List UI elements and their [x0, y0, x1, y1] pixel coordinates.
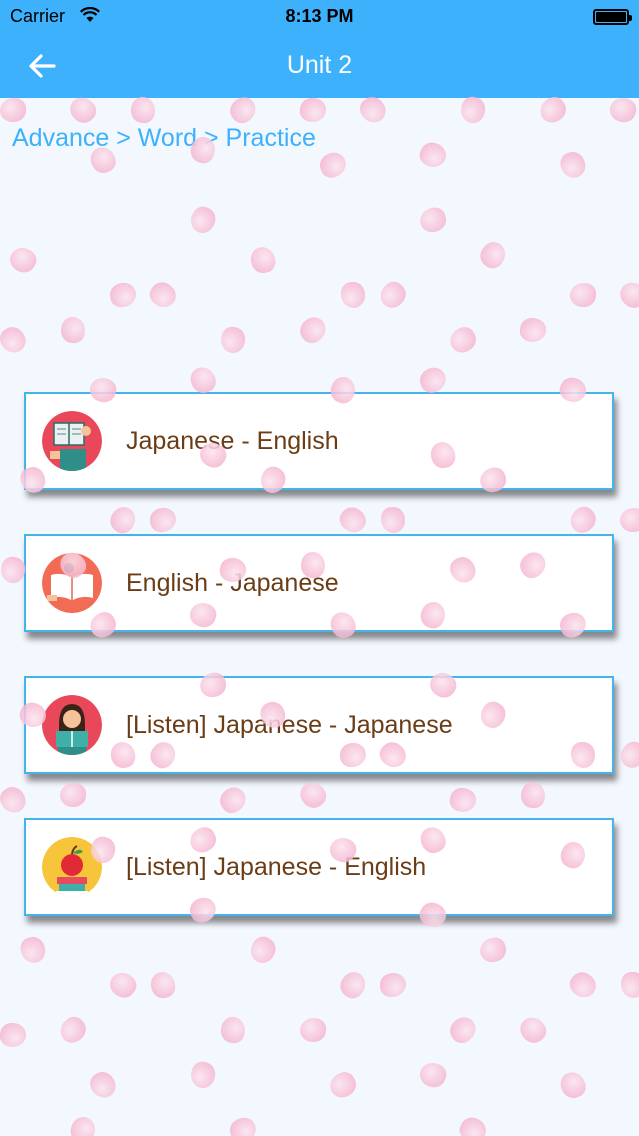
- petal-decoration: [458, 94, 488, 126]
- petal-decoration: [556, 1068, 590, 1102]
- option-label: [Listen] Japanese - Japanese: [126, 711, 453, 739]
- open-book-icon: [42, 553, 102, 613]
- battery-icon: [593, 9, 632, 25]
- petal-decoration: [380, 506, 406, 534]
- petal-decoration: [607, 94, 639, 126]
- petal-decoration: [445, 1012, 481, 1048]
- petal-decoration: [335, 502, 371, 538]
- nav-bar: Unit 2: [0, 34, 639, 98]
- page-title: Unit 2: [286, 51, 353, 79]
- option-label: [Listen] Japanese - English: [126, 853, 427, 881]
- petal-decoration: [325, 1068, 361, 1102]
- option-label: English - Japanese: [126, 569, 339, 597]
- petal-decoration: [298, 96, 328, 124]
- petal-decoration: [295, 777, 331, 813]
- petal-decoration: [379, 972, 407, 998]
- petal-decoration: [416, 138, 450, 172]
- petal-decoration: [17, 934, 49, 966]
- option-english-japanese[interactable]: English - Japanese: [24, 534, 614, 632]
- option-label: Japanese - English: [126, 427, 339, 455]
- petal-decoration: [105, 502, 141, 538]
- petal-decoration: [535, 93, 571, 127]
- petal-decoration: [475, 237, 511, 273]
- petal-decoration: [445, 323, 481, 357]
- petal-decoration: [219, 1015, 247, 1045]
- petal-decoration: [299, 1017, 327, 1043]
- option-japanese-english[interactable]: Japanese - English: [24, 392, 614, 490]
- petal-decoration: [130, 96, 156, 124]
- petal-decoration: [86, 1067, 120, 1103]
- petal-decoration: [149, 970, 177, 1000]
- petal-decoration: [59, 316, 87, 344]
- books-reader-icon: [42, 411, 102, 471]
- petal-decoration: [59, 782, 87, 808]
- petal-decoration: [569, 282, 597, 308]
- petal-decoration: [375, 277, 411, 313]
- breadcrumb: Advance > Word > Practice: [12, 124, 316, 152]
- petal-decoration: [335, 967, 371, 1003]
- petal-decoration: [218, 324, 248, 356]
- petal-decoration: [295, 312, 331, 348]
- petal-decoration: [226, 1114, 260, 1136]
- petal-decoration: [0, 322, 31, 358]
- petal-decoration: [148, 506, 178, 534]
- petal-decoration: [340, 281, 366, 309]
- petal-decoration: [316, 148, 350, 182]
- petal-decoration: [55, 1012, 91, 1048]
- petal-decoration: [187, 1059, 219, 1091]
- petal-decoration: [518, 316, 548, 344]
- petal-decoration: [0, 1020, 29, 1050]
- petal-decoration: [515, 1012, 551, 1048]
- petal-decoration: [416, 1059, 450, 1091]
- option-listen-japanese-english[interactable]: [Listen] Japanese - English: [24, 818, 614, 916]
- girl-reading-icon: [42, 695, 102, 755]
- petal-decoration: [215, 782, 251, 818]
- petal-decoration: [186, 202, 220, 238]
- petal-decoration: [248, 244, 278, 276]
- petal-decoration: [619, 507, 639, 533]
- petal-decoration: [557, 148, 589, 182]
- petal-decoration: [455, 1113, 491, 1136]
- petal-decoration: [519, 780, 547, 810]
- petal-decoration: [615, 277, 639, 313]
- petal-decoration: [565, 502, 601, 538]
- option-listen-japanese-japanese[interactable]: [Listen] Japanese - Japanese: [24, 676, 614, 774]
- petal-decoration: [447, 785, 479, 815]
- petal-decoration: [477, 935, 509, 965]
- petal-decoration: [108, 281, 138, 309]
- petal-decoration: [615, 737, 639, 773]
- petal-decoration: [66, 1113, 100, 1136]
- petal-decoration: [145, 277, 181, 313]
- status-bar: Carrier 8:13 PM: [0, 0, 639, 34]
- petal-decoration: [565, 967, 601, 1003]
- petal-decoration: [5, 242, 41, 278]
- petal-decoration: [105, 967, 141, 1003]
- petal-decoration: [0, 98, 26, 122]
- petal-decoration: [0, 782, 31, 818]
- status-time: 8:13 PM: [285, 6, 354, 26]
- apple-books-icon: [42, 837, 102, 897]
- petal-decoration: [417, 205, 449, 235]
- petal-decoration: [621, 972, 639, 998]
- petal-decoration: [246, 932, 280, 968]
